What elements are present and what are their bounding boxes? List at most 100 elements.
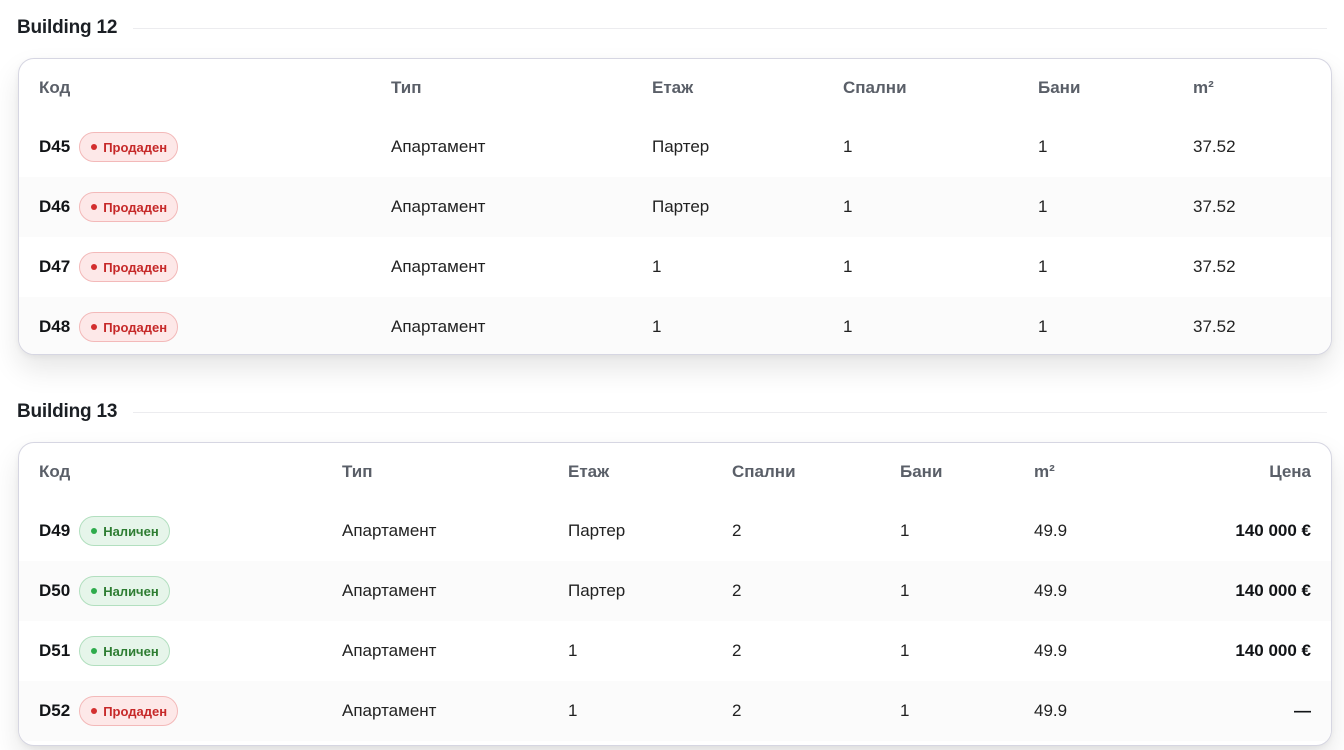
table-row[interactable]: D46 Продаден Апартамент Партер 1 1 37.52 (19, 177, 1331, 237)
status-dot-icon (91, 708, 98, 714)
status-badge: Продаден (79, 252, 179, 282)
unit-area: 49.9 (1034, 701, 1068, 720)
unit-floor: Партер (652, 137, 710, 156)
unit-floor: 1 (568, 641, 578, 660)
unit-type: Апартамент (342, 521, 437, 540)
table-row[interactable]: D50 Наличен Апартамент Партер 2 1 49.9 1… (19, 561, 1331, 621)
unit-price: 140 000 € (1235, 581, 1311, 600)
status-dot-icon (91, 324, 98, 330)
building-12-table: Код Тип Етаж Спални Бани m² D45 Продаден… (18, 58, 1332, 355)
table-row[interactable]: D52 Продаден Апартамент 1 2 1 49.9 — (19, 681, 1331, 741)
unit-type: Апартамент (342, 641, 437, 660)
status-label: Продаден (103, 139, 168, 155)
unit-price: — (1294, 701, 1311, 720)
status-label: Продаден (103, 259, 168, 275)
unit-baths: 1 (1038, 317, 1048, 336)
unit-bedrooms: 2 (732, 701, 742, 720)
unit-bedrooms: 1 (843, 137, 853, 156)
table-row[interactable]: D47 Продаден Апартамент 1 1 1 37.52 (19, 237, 1331, 297)
unit-code[interactable]: D51 (39, 641, 70, 661)
unit-type: Апартамент (391, 317, 486, 336)
status-dot-icon (91, 144, 98, 150)
unit-area: 37.52 (1193, 317, 1236, 336)
header-code[interactable]: Код (39, 59, 70, 117)
unit-baths: 1 (900, 701, 910, 720)
building-title: Building 12 (17, 17, 118, 38)
unit-type: Апартамент (391, 137, 486, 156)
header-type[interactable]: Тип (342, 443, 372, 501)
unit-baths: 1 (900, 641, 910, 660)
building-13-table: Код Тип Етаж Спални Бани m² Цена D49 Нал… (18, 442, 1332, 746)
status-label: Наличен (103, 643, 159, 659)
unit-floor: Партер (568, 521, 626, 540)
status-badge: Наличен (79, 636, 170, 666)
status-label: Продаден (103, 199, 168, 215)
building-title: Building 13 (17, 401, 118, 422)
unit-area: 37.52 (1193, 257, 1236, 276)
building-13-header: Building 13 (17, 400, 1327, 424)
unit-area: 49.9 (1034, 521, 1068, 540)
unit-type: Апартамент (342, 581, 437, 600)
unit-floor: Партер (652, 197, 710, 216)
header-floor[interactable]: Етаж (568, 443, 609, 501)
status-dot-icon (91, 264, 98, 270)
unit-code[interactable]: D50 (39, 581, 70, 601)
unit-type: Апартамент (391, 257, 486, 276)
status-badge: Наличен (79, 516, 170, 546)
status-dot-icon (91, 204, 98, 210)
header-area[interactable]: m² (1034, 443, 1055, 501)
header-baths[interactable]: Бани (1038, 59, 1080, 117)
unit-bedrooms: 1 (843, 317, 853, 336)
header-bedrooms[interactable]: Спални (843, 59, 907, 117)
unit-area: 49.9 (1034, 641, 1068, 660)
header-bedrooms[interactable]: Спални (732, 443, 796, 501)
unit-code[interactable]: D49 (39, 521, 70, 541)
header-baths[interactable]: Бани (900, 443, 942, 501)
header-floor[interactable]: Етаж (652, 59, 693, 117)
status-badge: Наличен (79, 576, 170, 606)
unit-area: 49.9 (1034, 581, 1068, 600)
unit-baths: 1 (1038, 257, 1048, 276)
header-code[interactable]: Код (39, 443, 70, 501)
table-row[interactable]: D49 Наличен Апартамент Партер 2 1 49.9 1… (19, 501, 1331, 561)
unit-floor: 1 (652, 317, 662, 336)
table-header-row: Код Тип Етаж Спални Бани m² Цена (19, 443, 1331, 501)
unit-code[interactable]: D45 (39, 137, 70, 157)
status-dot-icon (91, 588, 98, 594)
unit-bedrooms: 1 (843, 197, 853, 216)
table-row[interactable]: D48 Продаден Апартамент 1 1 1 37.52 (19, 297, 1331, 354)
unit-area: 37.52 (1193, 137, 1236, 156)
unit-code[interactable]: D48 (39, 317, 70, 337)
unit-floor: Партер (568, 581, 626, 600)
status-label: Продаден (103, 319, 168, 335)
status-badge: Продаден (79, 132, 179, 162)
status-badge: Продаден (79, 696, 179, 726)
unit-code[interactable]: D46 (39, 197, 70, 217)
table-header-row: Код Тип Етаж Спални Бани m² (19, 59, 1331, 117)
unit-bedrooms: 1 (843, 257, 853, 276)
status-badge: Продаден (79, 312, 179, 342)
header-area[interactable]: m² (1193, 59, 1214, 117)
table-row[interactable]: D45 Продаден Апартамент Партер 1 1 37.52 (19, 117, 1331, 177)
table-row[interactable]: D51 Наличен Апартамент 1 2 1 49.9 140 00… (19, 621, 1331, 681)
section-divider (133, 411, 1327, 413)
building-12-header: Building 12 (17, 16, 1327, 40)
unit-baths: 1 (900, 581, 910, 600)
unit-type: Апартамент (342, 701, 437, 720)
status-dot-icon (91, 528, 98, 534)
unit-floor: 1 (568, 701, 578, 720)
header-price[interactable]: Цена (1119, 443, 1311, 501)
unit-baths: 1 (900, 521, 910, 540)
status-label: Продаден (103, 703, 168, 719)
status-badge: Продаден (79, 192, 179, 222)
unit-type: Апартамент (391, 197, 486, 216)
status-label: Наличен (103, 583, 159, 599)
header-type[interactable]: Тип (391, 59, 421, 117)
section-divider (133, 27, 1327, 29)
unit-floor: 1 (652, 257, 662, 276)
unit-baths: 1 (1038, 137, 1048, 156)
unit-code[interactable]: D52 (39, 701, 70, 721)
status-dot-icon (91, 648, 98, 654)
unit-code[interactable]: D47 (39, 257, 70, 277)
unit-price: 140 000 € (1235, 521, 1311, 540)
